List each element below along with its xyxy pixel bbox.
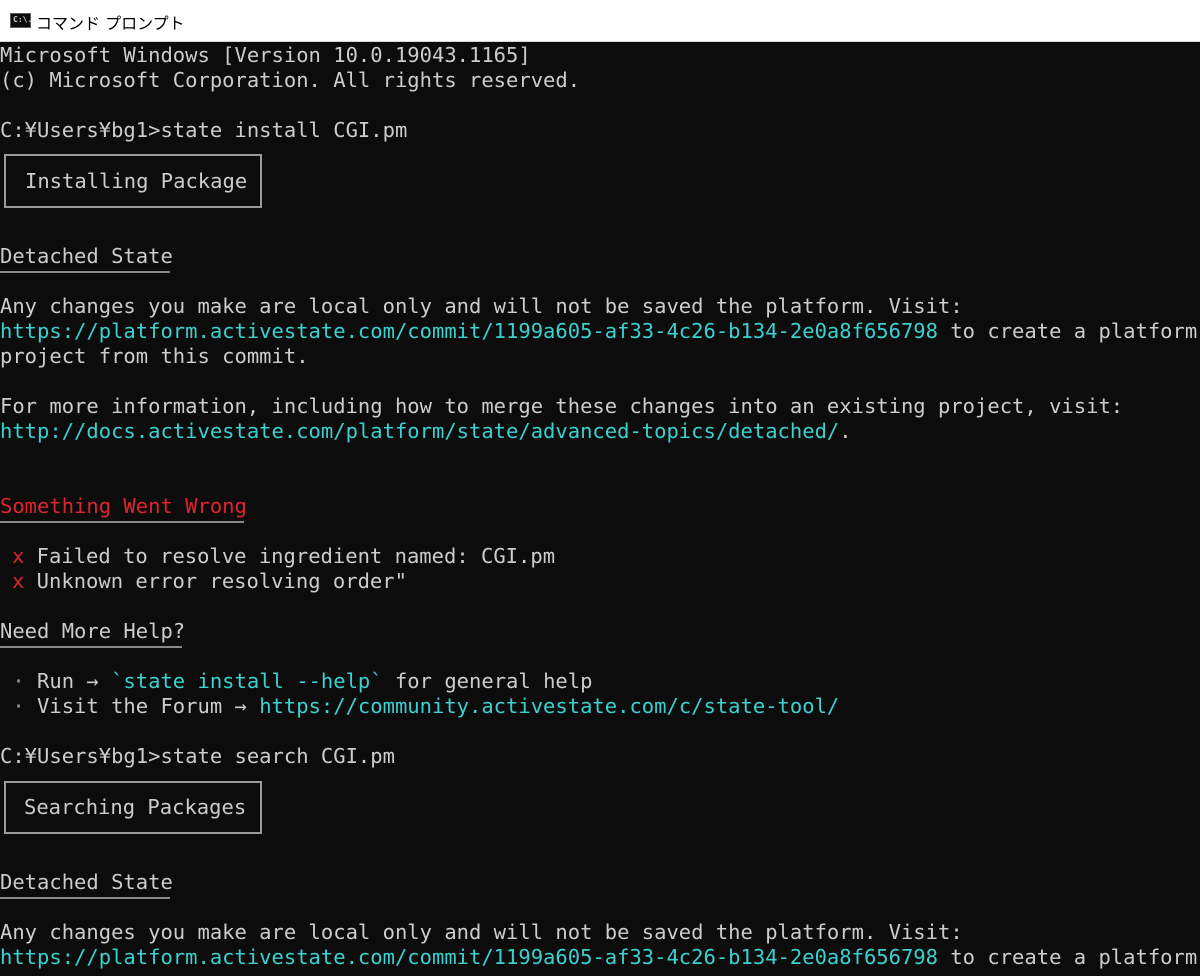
- help-run-line: · Run → `state install --help` for gener…: [0, 669, 593, 693]
- error-heading-underline: [0, 521, 244, 523]
- error-item-1: x Failed to resolve ingredient named: CG…: [12, 544, 556, 568]
- window-title: コマンド プロンプト: [36, 14, 185, 33]
- copyright-line: (c) Microsoft Corporation. All rights re…: [0, 68, 581, 92]
- more-info-line: For more information, including how to m…: [0, 394, 1124, 418]
- help-heading: Need More Help?: [0, 619, 186, 643]
- help-forum-line: · Visit the Forum → https://community.ac…: [0, 694, 840, 718]
- heading-underline-2: [0, 897, 170, 899]
- error-heading: Something Went Wrong: [0, 494, 247, 518]
- version-line: Microsoft Windows [Version 10.0.19043.11…: [0, 43, 531, 67]
- commit-link-suffix: to create a platform: [938, 319, 1198, 343]
- commit-link[interactable]: https://platform.activestate.com/commit/…: [0, 319, 938, 343]
- error-x-icon: x: [12, 569, 25, 593]
- commit-link-line: https://platform.activestate.com/commit/…: [0, 319, 1197, 344]
- searching-packages-label: Searching Packages: [24, 795, 247, 819]
- detached-notice-line: Any changes you make are local only and …: [0, 294, 963, 318]
- commit-link-line-2: https://platform.activestate.com/commit/…: [0, 945, 1198, 969]
- command-line-search: C:¥Users¥bg1>state search CGI.pm: [0, 744, 395, 768]
- installing-package-label: Installing Package: [25, 169, 248, 193]
- help-heading-underline: [0, 646, 182, 648]
- detached-state-heading: Detached State: [0, 244, 173, 268]
- error-x-icon: x: [12, 544, 25, 568]
- cmd-app-icon[interactable]: C:\.: [10, 13, 32, 28]
- forum-link[interactable]: https://community.activestate.com/c/stat…: [259, 694, 839, 718]
- docs-link[interactable]: http://docs.activestate.com/platform/sta…: [0, 419, 839, 443]
- heading-underline: [0, 271, 170, 273]
- detached-state-heading-2: Detached State: [0, 870, 173, 894]
- help-command: `state install --help`: [111, 669, 383, 693]
- bullet-icon: ·: [0, 669, 25, 693]
- title-bar[interactable]: C:\. コマンド プロンプト: [0, 0, 1200, 42]
- docs-link-line: http://docs.activestate.com/platform/sta…: [0, 419, 852, 443]
- command-line-install: C:¥Users¥bg1>state install CGI.pm: [0, 118, 408, 142]
- detached-notice-line-2: Any changes you make are local only and …: [0, 920, 963, 944]
- commit-link-2[interactable]: https://platform.activestate.com/commit/…: [0, 945, 938, 969]
- bullet-icon: ·: [0, 694, 25, 718]
- error-item-2: x Unknown error resolving order": [12, 569, 407, 593]
- detached-notice-end: project from this commit.: [0, 344, 309, 368]
- console-output[interactable]: Microsoft Windows [Version 10.0.19043.11…: [0, 42, 1200, 976]
